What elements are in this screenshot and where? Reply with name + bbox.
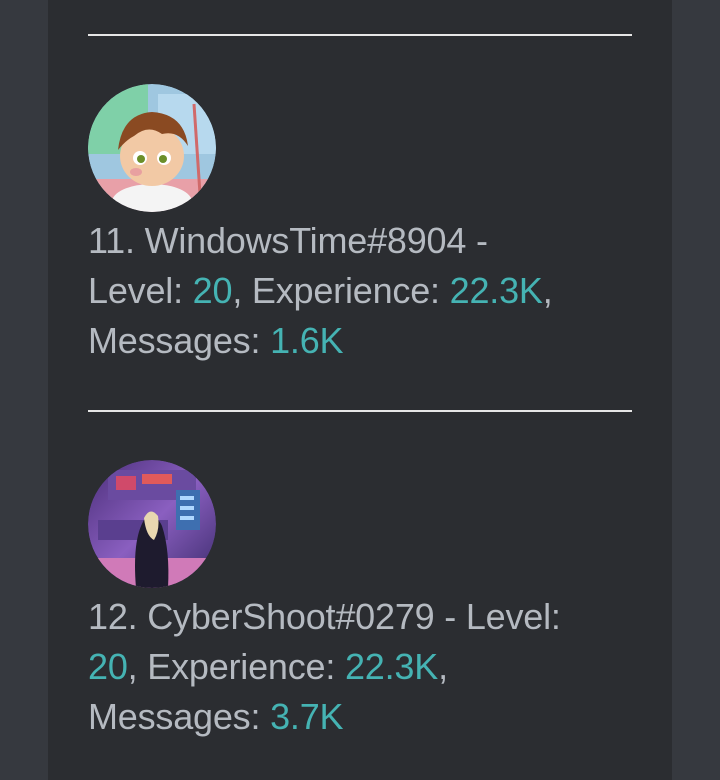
entry-messages-line: Messages: 1.6K: [88, 316, 648, 366]
separator: ,: [438, 646, 448, 687]
entry-stats-line: Level: 20, Experience: 22.3K,: [88, 266, 648, 316]
user-avatar[interactable]: [88, 460, 216, 588]
entry-messages-line: Messages: 3.7K: [88, 692, 648, 742]
messages-value: 1.6K: [270, 320, 344, 361]
experience-label: , Experience:: [232, 270, 450, 311]
entry-stats-line: 20, Experience: 22.3K,: [88, 642, 648, 692]
experience-value: 22.3K: [449, 270, 543, 311]
leaderboard-entry: 12. CyberShoot#0279 - Level: 20, Experie…: [88, 460, 648, 742]
messages-label: Messages:: [88, 696, 271, 737]
entry-rank-username: 11. WindowsTime#8904 -: [88, 220, 488, 261]
experience-label: , Experience:: [127, 646, 345, 687]
entry-rank-username-level: 12. CyberShoot#0279 - Level:: [88, 596, 561, 637]
experience-value: 22.3K: [344, 646, 439, 687]
level-value: 20: [88, 646, 128, 687]
leaderboard-entry: 11. WindowsTime#8904 - Level: 20, Experi…: [88, 84, 648, 366]
separator: ,: [542, 270, 553, 311]
divider: [88, 410, 632, 412]
user-avatar[interactable]: [88, 84, 216, 212]
level-value: 20: [192, 270, 233, 311]
leaderboard-panel: 11. WindowsTime#8904 - Level: 20, Experi…: [48, 0, 672, 780]
messages-value: 3.7K: [270, 696, 344, 737]
messages-label: Messages:: [88, 320, 271, 361]
level-label: Level:: [88, 270, 193, 311]
divider: [88, 34, 632, 36]
